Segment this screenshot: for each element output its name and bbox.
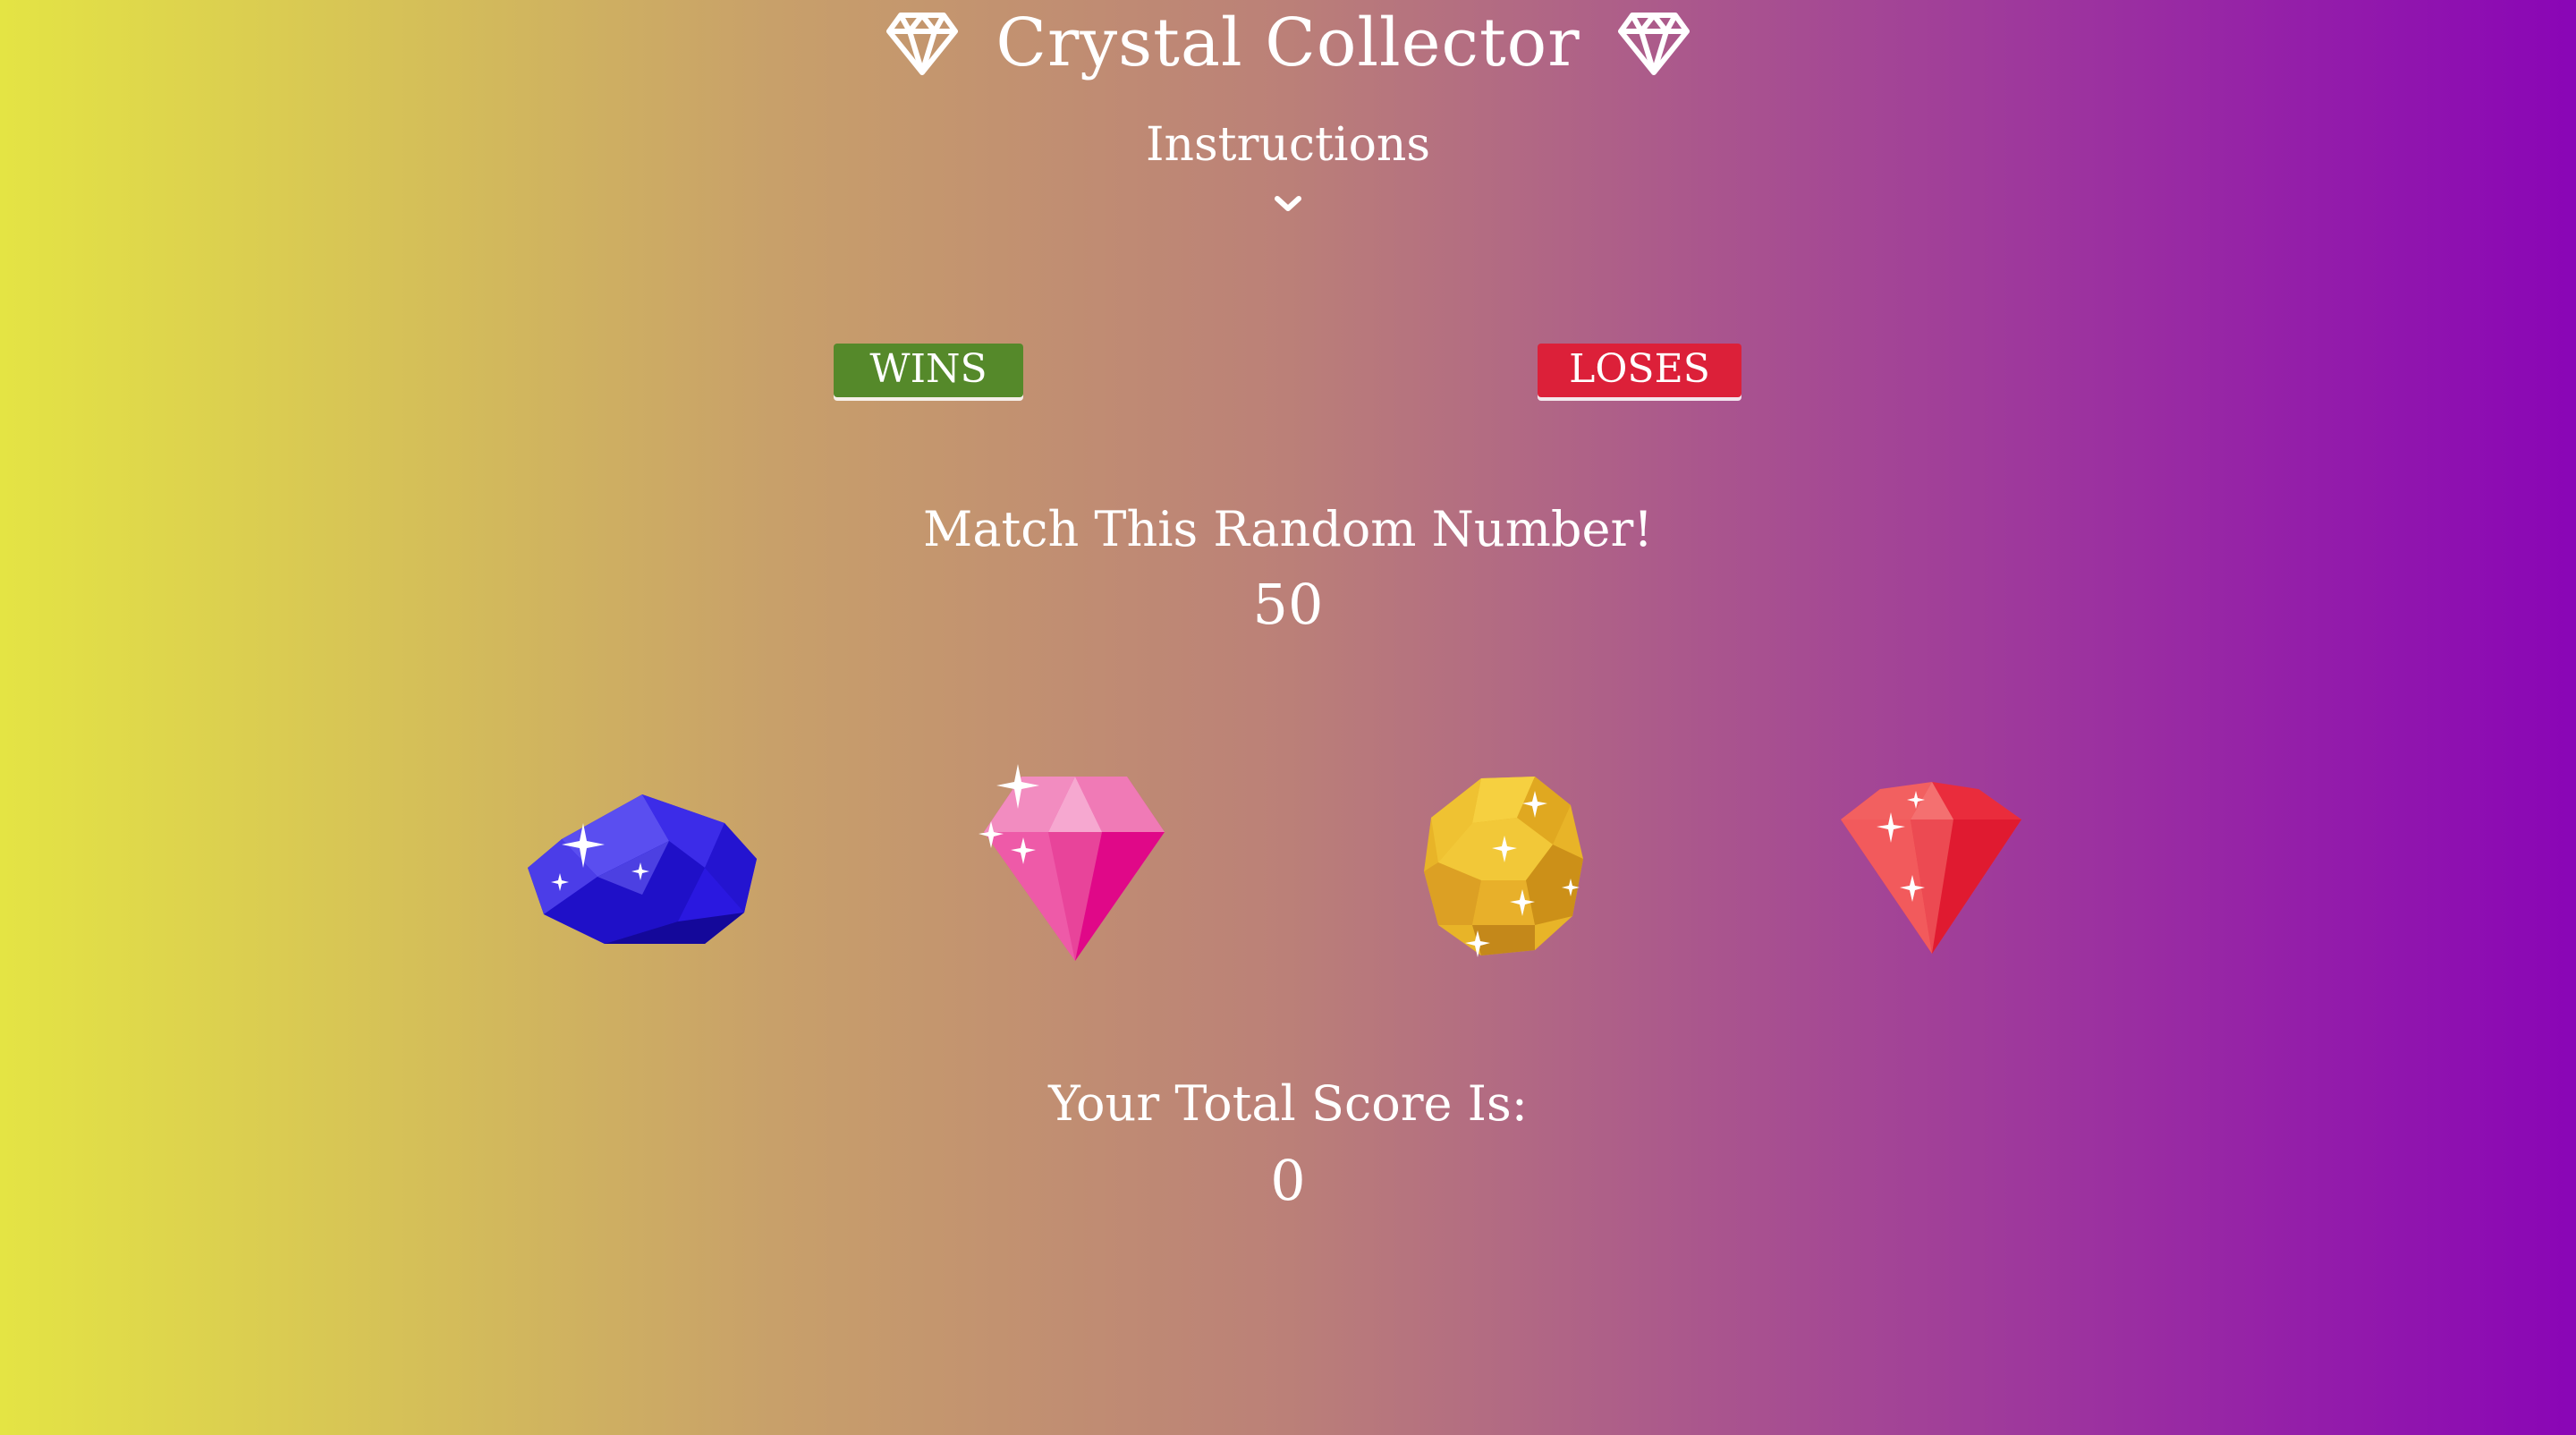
pink-gem-icon [979,764,1165,961]
target-number: 50 [1252,572,1324,637]
title-text: Crystal Collector [996,4,1580,81]
yellow-crystal-button[interactable] [1419,773,1589,961]
instructions-toggle[interactable]: Instructions [0,115,2576,175]
chevron-down-icon[interactable] [1268,190,1308,217]
page-title: Crystal Collector [0,2,2576,84]
target-label: Match This Random Number! [923,501,1653,557]
blue-gem-icon [528,794,757,944]
wins-badge: WINS [834,344,1023,397]
score-label: Your Total Score Is: [1048,1075,1528,1132]
diamond-outline-icon [1597,4,1690,81]
red-gem-icon [1841,782,2021,954]
diamond-outline-icon [886,4,980,81]
blue-crystal-button[interactable] [526,787,758,948]
total-score: 0 [1270,1148,1306,1213]
pink-crystal-button[interactable] [977,762,1174,963]
loses-badge: LOSES [1538,344,1741,397]
yellow-gem-icon [1424,777,1583,957]
red-crystal-button[interactable] [1835,777,2025,955]
